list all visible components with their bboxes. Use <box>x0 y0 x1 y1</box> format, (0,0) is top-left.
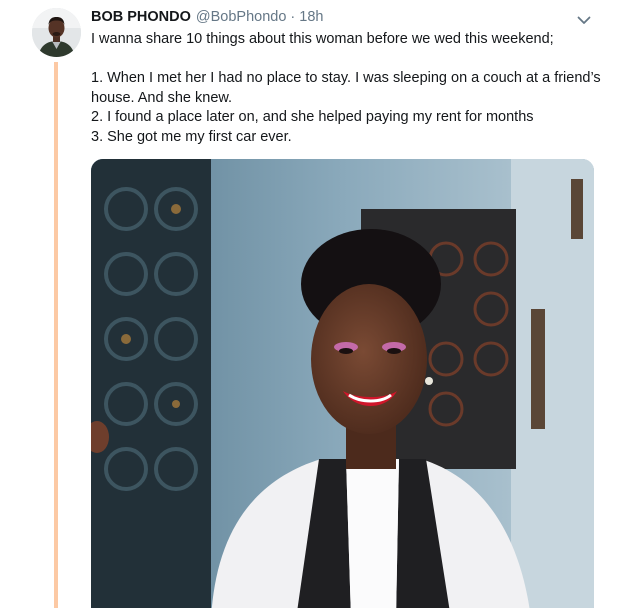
separator-dot: · <box>290 9 296 25</box>
timestamp[interactable]: 18h <box>299 9 323 25</box>
tweet-photo[interactable] <box>91 159 594 608</box>
tweet-header: BOB PHONDO @BobPhondo · 18h <box>91 9 323 29</box>
tweet-line: 2. I found a place later on, and she hel… <box>91 109 534 125</box>
user-handle[interactable]: @BobPhondo <box>196 9 287 25</box>
display-name[interactable]: BOB PHONDO <box>91 9 191 25</box>
photo-image <box>91 159 594 608</box>
thread-line <box>54 62 58 608</box>
tweet-line: I wanna share 10 things about this woman… <box>91 31 554 47</box>
tweet-text: I wanna share 10 things about this woman… <box>91 30 601 147</box>
tweet: BOB PHONDO @BobPhondo · 18h I wanna shar… <box>0 0 624 608</box>
tweet-line: 1. When I met her I had no place to stay… <box>91 70 601 106</box>
chevron-down-icon <box>577 16 591 24</box>
avatar-photo-icon <box>32 8 81 57</box>
tweet-menu-button[interactable] <box>574 10 594 30</box>
tweet-line: 3. She got me my first car ever. <box>91 128 292 145</box>
avatar[interactable] <box>32 8 81 57</box>
